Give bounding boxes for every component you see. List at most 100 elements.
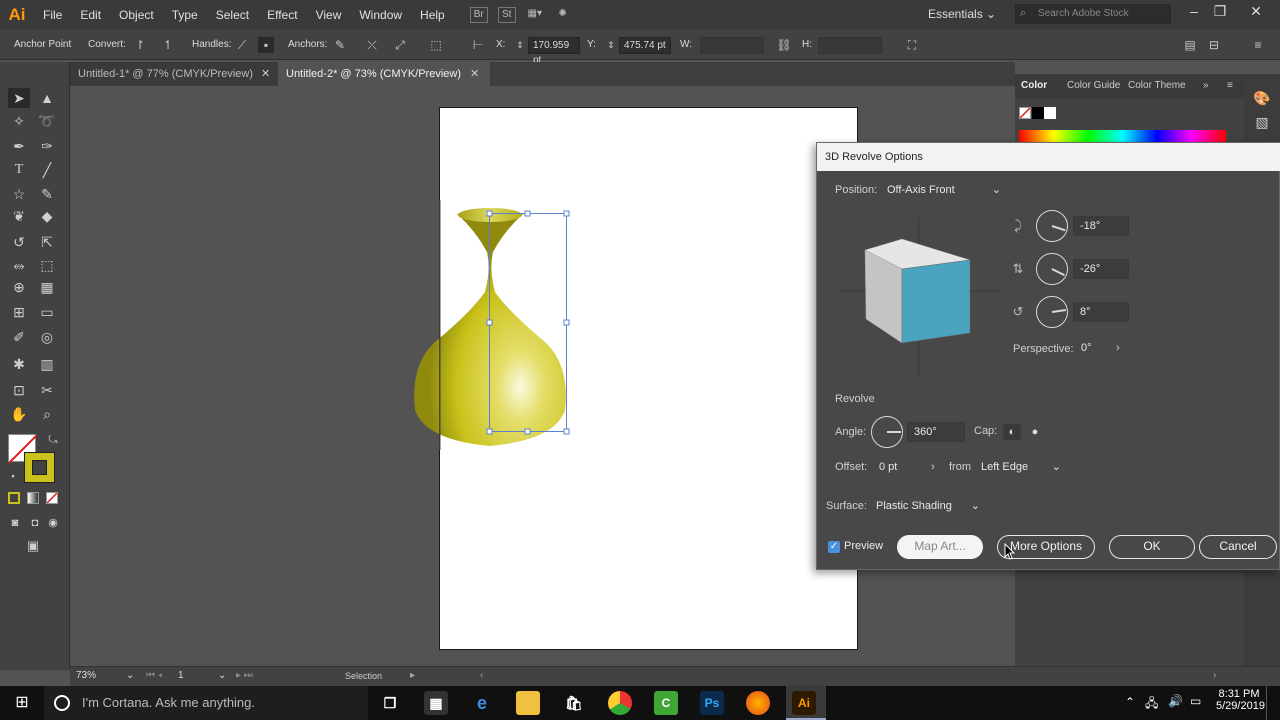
arrange-icon[interactable]: ⊟ (1206, 37, 1222, 53)
star-tool-icon[interactable]: ☆ (8, 184, 30, 204)
restore-icon[interactable]: ❐ (1208, 0, 1232, 24)
type-tool-icon[interactable]: T (8, 160, 30, 180)
menu-edit[interactable]: Edit (71, 0, 110, 30)
zoom-tool-icon[interactable]: ⌕ (36, 404, 58, 424)
x-spinner-icon[interactable]: ⇕ (512, 37, 528, 53)
x-rotation-input[interactable]: -18° (1073, 216, 1129, 236)
ok-button[interactable]: OK (1109, 535, 1195, 559)
menu-type[interactable]: Type (163, 0, 207, 30)
minimize-icon[interactable]: – (1182, 0, 1206, 24)
color-spectrum[interactable] (1019, 130, 1226, 142)
panel-menu-icon[interactable]: ≡ (1227, 80, 1233, 91)
dialog-title[interactable]: 3D Revolve Options (817, 143, 1280, 171)
shape-builder-tool-icon[interactable]: ⊕ (8, 277, 30, 297)
cap-off-icon[interactable]: ● (1026, 424, 1044, 440)
camtasia-icon[interactable]: C (654, 691, 678, 715)
status-menu-arrow-icon[interactable]: ▸ (410, 670, 415, 681)
show-desktop-button[interactable] (1266, 686, 1267, 720)
position-select[interactable]: Off-Axis Front ⌄ (887, 180, 1003, 200)
chrome-icon[interactable] (608, 691, 632, 715)
color-dock-icon[interactable]: 🎨 (1251, 88, 1273, 108)
libraries-dock-icon[interactable]: ▧ (1251, 112, 1273, 132)
swap-fill-stroke-icon[interactable]: ⤿ (42, 430, 64, 450)
screen-mode-icon[interactable]: ▣ (22, 536, 44, 556)
z-rotation-dial[interactable] (1036, 296, 1068, 328)
map-art-button[interactable]: Map Art... (897, 535, 983, 559)
free-transform-tool-icon[interactable]: ⬚ (36, 255, 58, 275)
gradient-tool-icon[interactable]: ▭ (36, 302, 58, 322)
menu-select[interactable]: Select (207, 0, 258, 30)
panel-menu-icon[interactable]: ≡ (1250, 37, 1266, 53)
illustrator-icon[interactable]: Ai (792, 691, 816, 715)
menu-object[interactable]: Object (110, 0, 163, 30)
selection-tool-icon[interactable]: ➤ (8, 88, 30, 108)
y-rotation-input[interactable]: -26° (1073, 259, 1129, 279)
remove-anchor-icon[interactable]: ✎ (332, 37, 348, 53)
tab-color-guide[interactable]: Color Guide (1067, 80, 1120, 91)
angle-dial[interactable] (871, 416, 903, 448)
menu-view[interactable]: View (307, 0, 351, 30)
scale-tool-icon[interactable]: ⇱ (36, 232, 58, 252)
stroke-swatch[interactable] (24, 452, 55, 483)
tab-color-theme[interactable]: Color Theme (1128, 80, 1186, 91)
draw-normal-icon[interactable]: ◙ (4, 513, 26, 533)
tab-color[interactable]: Color (1021, 80, 1047, 91)
cancel-button[interactable]: Cancel (1199, 535, 1277, 559)
convert-smooth-icon[interactable]: ↿ (160, 37, 176, 53)
angle-input[interactable]: 360° (907, 422, 965, 442)
hide-handles-icon[interactable]: ▪ (258, 37, 274, 53)
volume-icon[interactable]: 🔊 (1168, 694, 1183, 708)
y-rotation-dial[interactable] (1036, 253, 1068, 285)
close-tab-icon[interactable]: ✕ (470, 62, 479, 86)
connect-anchor-icon[interactable]: ⤫ (364, 37, 380, 53)
windows-start-icon[interactable]: ⊞ (12, 693, 32, 713)
clock[interactable]: 8:31 PM 5/29/2019 (1216, 688, 1265, 712)
artboard-tool-icon[interactable]: ⊡ (8, 380, 30, 400)
workspace-switcher[interactable]: Essentials ⌄ (928, 0, 996, 30)
show-hidden-icons-icon[interactable]: ⌃ (1125, 695, 1135, 709)
cap-on-icon[interactable]: ◐ (1003, 424, 1021, 440)
x-rotation-dial[interactable] (1036, 210, 1068, 242)
rotate-tool-icon[interactable]: ↺ (8, 232, 30, 252)
color-mode-icon[interactable] (8, 492, 20, 504)
task-view-icon[interactable]: ❐ (378, 691, 402, 715)
default-colors-icon[interactable]: ▪ (2, 466, 24, 486)
document-setup-icon[interactable]: ▤ (1182, 37, 1198, 53)
none-color-swatch[interactable] (1019, 107, 1031, 119)
artboard-select[interactable]: 1 ⌄ (178, 670, 226, 684)
firefox-icon[interactable] (746, 691, 770, 715)
align-icon[interactable]: ⊢ (470, 37, 486, 53)
offset-input[interactable]: 0 pt (873, 458, 925, 478)
shaper-tool-icon[interactable]: ❦ (8, 206, 30, 226)
mesh-tool-icon[interactable]: ⊞ (8, 302, 30, 322)
scroll-right-icon[interactable]: › (1213, 670, 1216, 681)
selection-bounding-box[interactable] (485, 209, 573, 437)
gpu-performance-icon[interactable]: ✺ (554, 7, 572, 23)
black-swatch[interactable] (1032, 107, 1044, 119)
w-input[interactable] (700, 37, 764, 54)
eraser-tool-icon[interactable]: ◆ (36, 206, 58, 226)
file-explorer-icon[interactable] (516, 691, 540, 715)
pen-tool-icon[interactable]: ✒ (8, 136, 30, 156)
direct-selection-tool-icon[interactable]: ▲ (36, 88, 58, 108)
rotation-cube-preview[interactable] (841, 217, 1001, 377)
tab-untitled-1[interactable]: Untitled-1* @ 77% (CMYK/Preview) (70, 62, 278, 86)
from-edge-select[interactable]: Left Edge ⌄ (981, 457, 1063, 477)
gradient-mode-icon[interactable] (27, 492, 39, 504)
h-input[interactable] (818, 37, 882, 54)
blend-tool-icon[interactable]: ◎ (36, 327, 58, 347)
photoshop-icon[interactable]: Ps (700, 691, 724, 715)
lasso-tool-icon[interactable]: ➰ (36, 111, 58, 131)
select-similar-icon[interactable]: ⬚ (428, 37, 444, 53)
column-graph-tool-icon[interactable]: ▥ (36, 354, 58, 374)
calculator-icon[interactable]: ▦ (424, 691, 448, 715)
x-input[interactable]: 170.959 pt (528, 37, 580, 66)
y-input[interactable]: 475.74 pt (619, 37, 671, 54)
offset-slider-arrow-icon[interactable]: › (931, 461, 935, 473)
symbol-sprayer-tool-icon[interactable]: ✱ (8, 354, 30, 374)
menu-help[interactable]: Help (411, 0, 454, 30)
surface-select[interactable]: Plastic Shading ⌄ (876, 496, 982, 516)
notification-icon[interactable]: ▭ (1190, 694, 1201, 708)
perspective-slider-arrow-icon[interactable]: › (1116, 342, 1120, 354)
close-tab-icon[interactable]: ✕ (261, 62, 270, 86)
